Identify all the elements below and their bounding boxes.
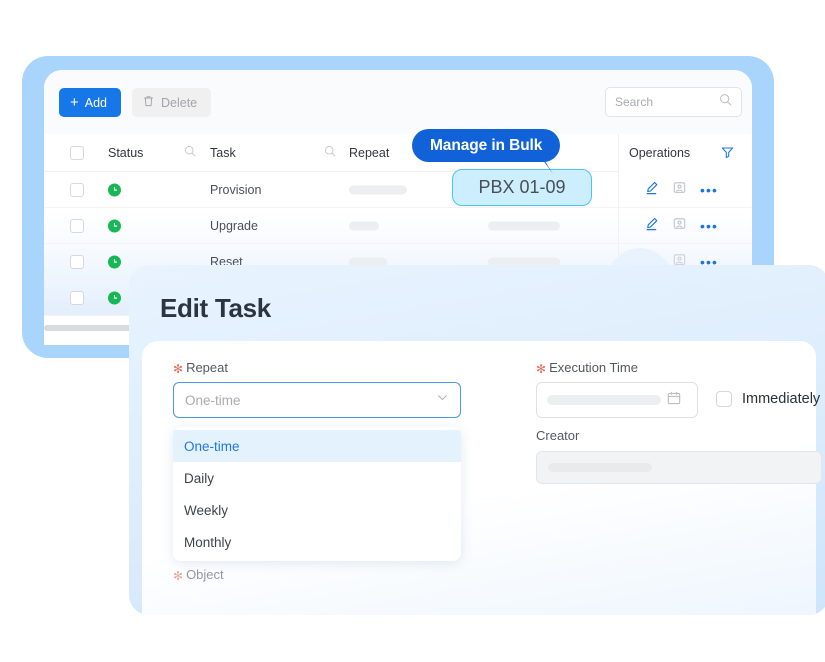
clock-icon	[108, 291, 121, 304]
row-operations: •••	[619, 208, 752, 244]
trash-icon	[143, 95, 154, 110]
repeat-label-text: Repeat	[186, 360, 228, 375]
column-header-repeat: Repeat	[349, 145, 390, 160]
object-label-text: Object	[186, 567, 224, 582]
add-button[interactable]: + Add	[59, 88, 122, 117]
manage-in-bulk-label: Manage in Bulk	[430, 136, 543, 154]
status-cell	[108, 183, 121, 196]
immediately-label: Immediately	[742, 391, 821, 407]
repeat-placeholder-bar	[349, 185, 407, 194]
dropdown-option-monthly[interactable]: Monthly	[173, 526, 461, 558]
operations-header: Operations	[619, 134, 752, 172]
repeat-placeholder-bar	[349, 221, 379, 230]
row-checkbox[interactable]	[70, 218, 84, 233]
creator-field-label: Creator	[536, 428, 580, 443]
immediately-checkbox-wrap[interactable]: Immediately	[716, 391, 820, 407]
row-checkbox[interactable]	[70, 254, 84, 269]
status-cell	[108, 255, 121, 268]
column-header-operations: Operations	[629, 146, 691, 160]
modal-title: Edit Task	[160, 293, 271, 323]
task-name: Provision	[210, 182, 262, 197]
row-operations: •••	[619, 172, 752, 208]
required-asterisk: ✻	[173, 568, 184, 583]
row-checkbox[interactable]	[70, 182, 84, 197]
archive-icon[interactable]	[673, 217, 686, 235]
column-header-task: Task	[210, 145, 236, 160]
required-asterisk: ✻	[173, 361, 184, 376]
plus-icon: +	[70, 94, 79, 111]
dropdown-option-daily[interactable]: Daily	[173, 462, 461, 494]
repeat-select[interactable]: One-time	[173, 382, 461, 418]
execution-time-input[interactable]	[536, 382, 698, 418]
dropdown-option-one-time[interactable]: One-time	[173, 430, 461, 462]
edit-pencil-icon[interactable]	[645, 217, 659, 236]
delete-button[interactable]: Delete	[132, 88, 212, 117]
task-name: Upgrade	[210, 218, 258, 233]
delete-button-label: Delete	[161, 95, 198, 110]
edit-task-modal: Edit Task ✻ Repeat One-time One-time Dail…	[129, 265, 825, 615]
object-placeholder-bar	[488, 221, 560, 230]
immediately-checkbox[interactable]	[716, 391, 732, 407]
edit-pencil-icon[interactable]	[645, 181, 659, 200]
row-checkbox[interactable]	[70, 290, 84, 305]
add-button-label: Add	[84, 95, 108, 110]
calendar-icon[interactable]	[667, 391, 681, 410]
search-placeholder: Search	[615, 95, 654, 109]
status-cell	[108, 219, 121, 232]
execution-time-field-label: ✻ Execution Time	[536, 360, 638, 376]
clock-icon	[108, 255, 121, 268]
required-asterisk: ✻	[536, 361, 547, 376]
object-field-label: ✻ Object	[173, 567, 224, 583]
repeat-dropdown-list[interactable]: One-time Daily Weekly Monthly	[173, 427, 461, 561]
select-all-checkbox[interactable]	[70, 145, 84, 160]
clock-icon	[108, 219, 121, 232]
archive-icon[interactable]	[673, 181, 686, 199]
execution-time-placeholder-bar	[547, 395, 661, 405]
pbx-pill-label: PBX 01-09	[478, 177, 566, 197]
more-dots-icon[interactable]: •••	[700, 183, 718, 197]
repeat-select-value: One-time	[185, 392, 241, 408]
search-input[interactable]: Search	[605, 87, 742, 117]
filter-icon[interactable]	[721, 146, 734, 164]
creator-input[interactable]	[536, 451, 822, 484]
search-icon	[719, 93, 732, 111]
creator-placeholder-bar	[548, 463, 652, 472]
repeat-field-label: ✻ Repeat	[173, 360, 228, 376]
chevron-down-icon	[436, 391, 449, 409]
task-column-search-icon[interactable]	[324, 144, 336, 162]
table-toolbar: + Add Delete Search	[44, 70, 752, 134]
column-header-status: Status	[108, 145, 144, 160]
status-cell	[108, 291, 121, 304]
dropdown-option-weekly[interactable]: Weekly	[173, 494, 461, 526]
manage-in-bulk-badge: Manage in Bulk	[412, 129, 561, 162]
pbx-highlight-pill[interactable]: PBX 01-09	[452, 169, 592, 206]
execution-time-label-text: Execution Time	[549, 360, 638, 375]
more-dots-icon[interactable]: •••	[700, 219, 718, 233]
clock-icon	[108, 183, 121, 196]
status-column-search-icon[interactable]	[184, 144, 196, 162]
modal-body: ✻ Repeat One-time One-time Daily Weekly M…	[142, 341, 822, 615]
